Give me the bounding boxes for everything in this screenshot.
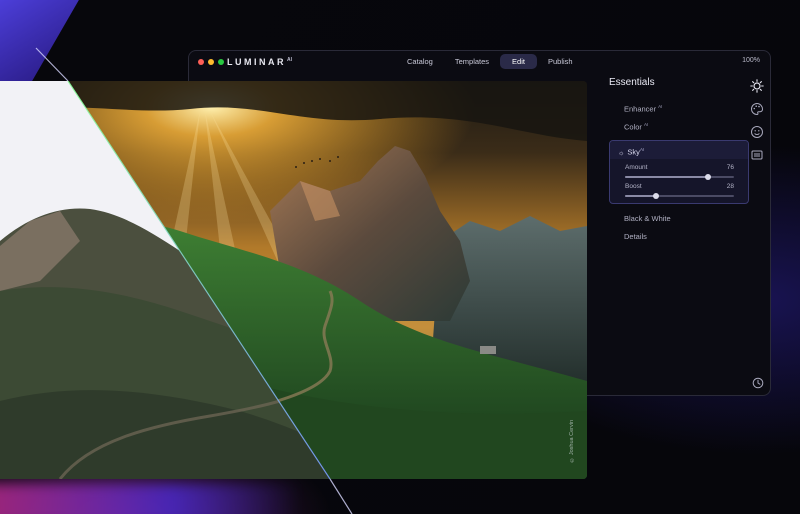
decorative-diagonal xyxy=(35,47,353,514)
